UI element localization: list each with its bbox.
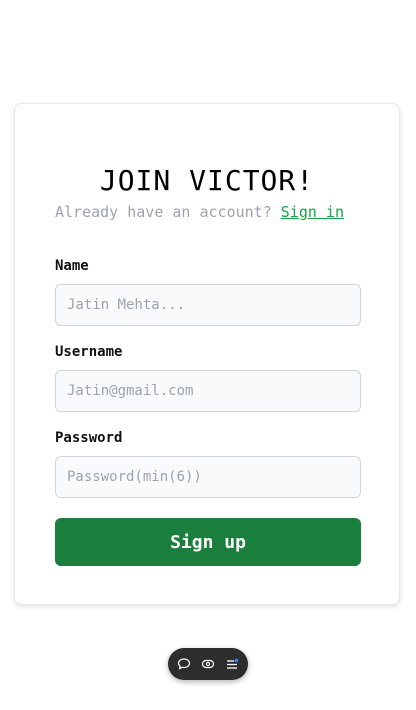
signin-prompt: Already have an account? Sign in [55, 203, 344, 221]
password-field[interactable] [55, 456, 361, 498]
page-title: JOIN VICTOR! [99, 164, 315, 197]
eye-icon[interactable] [200, 656, 216, 672]
menu-list-icon[interactable] [224, 656, 240, 672]
password-label: Password [55, 430, 123, 446]
username-field[interactable] [55, 370, 361, 412]
name-label: Name [55, 258, 89, 274]
username-label: Username [55, 344, 123, 360]
signup-card: JOIN VICTOR! Already have an account? Si… [14, 103, 400, 605]
signup-button[interactable]: Sign up [55, 518, 361, 566]
chat-icon[interactable] [176, 656, 192, 672]
name-field[interactable] [55, 284, 361, 326]
signin-link[interactable]: Sign in [281, 203, 344, 221]
signin-prompt-text: Already have an account? [55, 203, 272, 221]
floating-toolbar [168, 648, 248, 680]
